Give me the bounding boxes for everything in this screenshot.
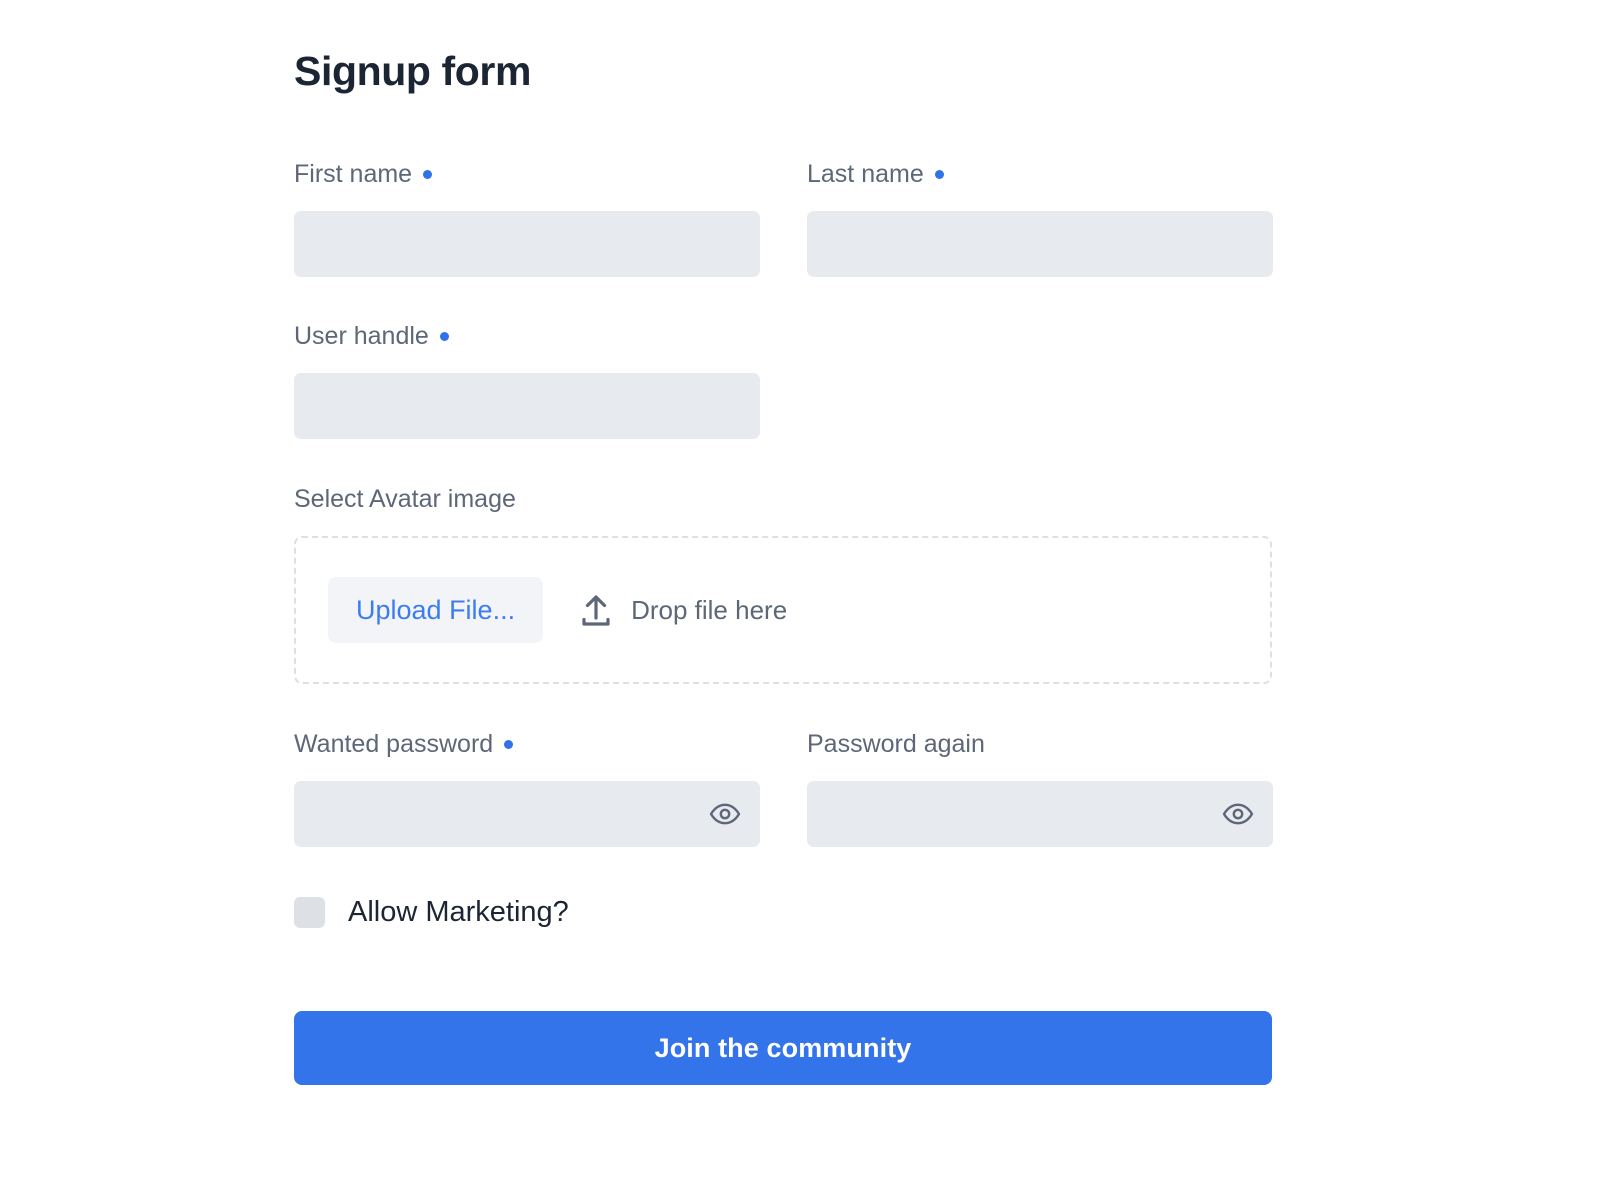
- wanted-password-label: Wanted password: [294, 732, 760, 757]
- first-name-label: First name: [294, 162, 760, 187]
- password-again-input[interactable]: [807, 781, 1273, 848]
- first-name-label-text: First name: [294, 160, 413, 189]
- join-community-button[interactable]: Join the community: [294, 1011, 1272, 1086]
- signup-form: Signup form First name Last name User ha…: [294, 48, 1273, 1086]
- user-handle-input[interactable]: [294, 373, 760, 440]
- required-dot-icon: [439, 332, 449, 342]
- eye-icon[interactable]: [1221, 797, 1255, 831]
- wanted-password-label-text: Wanted password: [294, 730, 494, 759]
- avatar-upload-group: Select Avatar image Upload File... Drop …: [294, 487, 1272, 685]
- allow-marketing-row[interactable]: Allow Marketing?: [294, 896, 1272, 929]
- password-again-input-holder: [807, 781, 1273, 848]
- handle-row: User handle: [294, 324, 1273, 440]
- required-dot-icon: [423, 170, 433, 180]
- user-handle-label: User handle: [294, 324, 760, 349]
- eye-icon[interactable]: [708, 797, 742, 831]
- last-name-label-text: Last name: [807, 160, 924, 189]
- drop-file-hint: Drop file here: [579, 592, 787, 628]
- first-name-input[interactable]: [294, 211, 760, 278]
- user-handle-field: User handle: [294, 324, 760, 440]
- page-title: Signup form: [294, 48, 532, 94]
- upload-file-button[interactable]: Upload File...: [328, 577, 544, 644]
- allow-marketing-checkbox[interactable]: [294, 897, 325, 929]
- file-dropzone[interactable]: Upload File... Drop file here: [294, 536, 1272, 685]
- password-again-label: Password again: [807, 732, 1273, 757]
- wanted-password-input-holder: [294, 781, 760, 848]
- password-row: Wanted password Password again: [294, 732, 1273, 848]
- last-name-field: Last name: [807, 162, 1273, 278]
- first-name-field: First name: [294, 162, 760, 278]
- wanted-password-field: Wanted password: [294, 732, 760, 848]
- last-name-label: Last name: [807, 162, 1273, 187]
- name-row: First name Last name: [294, 162, 1273, 278]
- avatar-label-text: Select Avatar image: [294, 485, 516, 514]
- user-handle-label-text: User handle: [294, 322, 429, 351]
- required-dot-icon: [934, 170, 944, 180]
- required-dot-icon: [504, 740, 514, 750]
- allow-marketing-label: Allow Marketing?: [348, 896, 569, 929]
- password-again-field: Password again: [807, 732, 1273, 848]
- handle-row-spacer: [807, 324, 1273, 439]
- last-name-input[interactable]: [807, 211, 1273, 278]
- password-again-label-text: Password again: [807, 730, 985, 759]
- drop-file-hint-text: Drop file here: [631, 594, 788, 625]
- wanted-password-input[interactable]: [294, 781, 760, 848]
- avatar-label: Select Avatar image: [294, 487, 1272, 512]
- signup-page: Signup form First name Last name User ha…: [0, 0, 1600, 1200]
- upload-arrow-icon: [579, 592, 613, 628]
